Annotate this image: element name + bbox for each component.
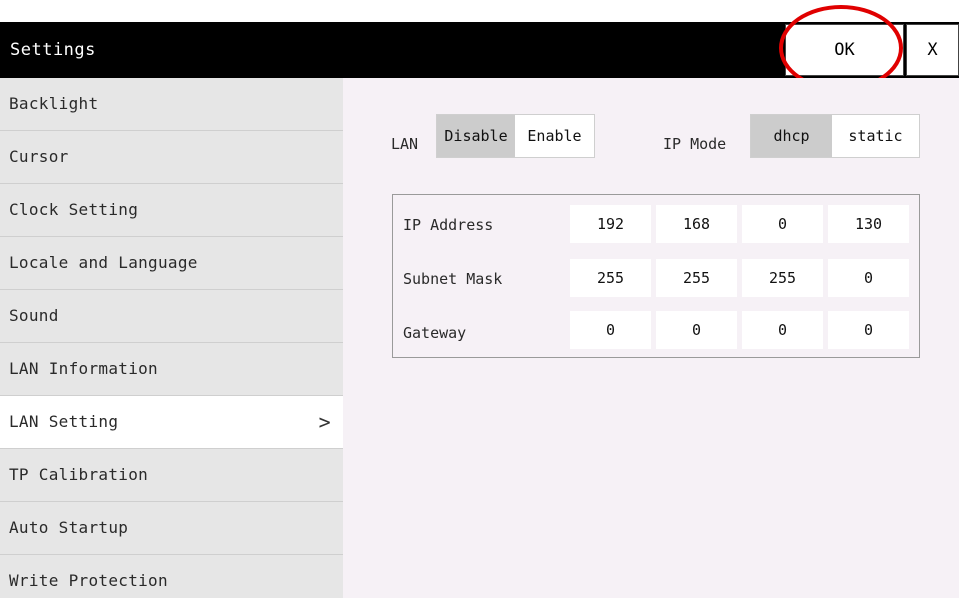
ip-mode-label: IP Mode [663,135,727,153]
ip-address-octet-3[interactable]: 0 [742,205,823,243]
sidebar-item-lan-setting[interactable]: LAN Setting > [0,396,343,449]
settings-sidebar: Backlight Cursor Clock Setting Locale an… [0,78,343,598]
gateway-octet-4[interactable]: 0 [828,311,909,349]
ok-button[interactable]: OK [785,24,904,76]
ip-address-octet-1[interactable]: 192 [570,205,651,243]
gateway-label: Gateway [403,324,467,342]
ip-address-octet-2[interactable]: 168 [656,205,737,243]
ip-mode-static-option[interactable]: static [832,115,919,157]
sidebar-item-label: Locale and Language [9,253,198,272]
sidebar-item-lan-information[interactable]: LAN Information [0,343,343,396]
ip-mode-toggle: dhcp static [750,114,920,158]
sidebar-item-label: LAN Setting [9,412,119,431]
sidebar-item-label: Sound [9,306,59,325]
sidebar-item-auto-startup[interactable]: Auto Startup [0,502,343,555]
network-config-box: IP Address 192 168 0 130 Subnet Mask 255… [392,194,920,358]
lan-label: LAN [391,135,419,153]
sidebar-item-label: TP Calibration [9,465,149,484]
subnet-mask-label: Subnet Mask [403,270,503,288]
title-bar: Settings OK X [0,22,959,78]
sidebar-item-clock-setting[interactable]: Clock Setting [0,184,343,237]
window-title: Settings [10,40,96,60]
ip-mode-dhcp-option[interactable]: dhcp [751,115,832,157]
sidebar-item-label: LAN Information [9,359,158,378]
sidebar-item-label: Cursor [9,147,69,166]
gateway-octet-1[interactable]: 0 [570,311,651,349]
sidebar-item-label: Clock Setting [9,200,139,219]
lan-disable-option[interactable]: Disable [437,115,515,157]
ip-address-octet-4[interactable]: 130 [828,205,909,243]
lan-enable-option[interactable]: Enable [515,115,594,157]
sidebar-item-tp-calibration[interactable]: TP Calibration [0,449,343,502]
close-button[interactable]: X [906,24,959,76]
sidebar-item-label: Write Protection [9,571,168,590]
sidebar-item-write-protection[interactable]: Write Protection [0,555,343,598]
sidebar-item-backlight[interactable]: Backlight [0,78,343,131]
gateway-octet-3[interactable]: 0 [742,311,823,349]
ip-address-label: IP Address [403,216,494,234]
sidebar-item-sound[interactable]: Sound [0,290,343,343]
lan-toggle: Disable Enable [436,114,595,158]
gateway-octet-2[interactable]: 0 [656,311,737,349]
subnet-mask-octet-2[interactable]: 255 [656,259,737,297]
sidebar-item-label: Backlight [9,94,99,113]
lan-setting-panel: LAN Disable Enable IP Mode dhcp static I… [343,78,959,598]
sidebar-item-locale-and-language[interactable]: Locale and Language [0,237,343,290]
subnet-mask-octet-1[interactable]: 255 [570,259,651,297]
subnet-mask-octet-4[interactable]: 0 [828,259,909,297]
subnet-mask-octet-3[interactable]: 255 [742,259,823,297]
sidebar-item-label: Auto Startup [9,518,129,537]
sidebar-item-cursor[interactable]: Cursor [0,131,343,184]
chevron-right-icon: > [318,410,331,434]
